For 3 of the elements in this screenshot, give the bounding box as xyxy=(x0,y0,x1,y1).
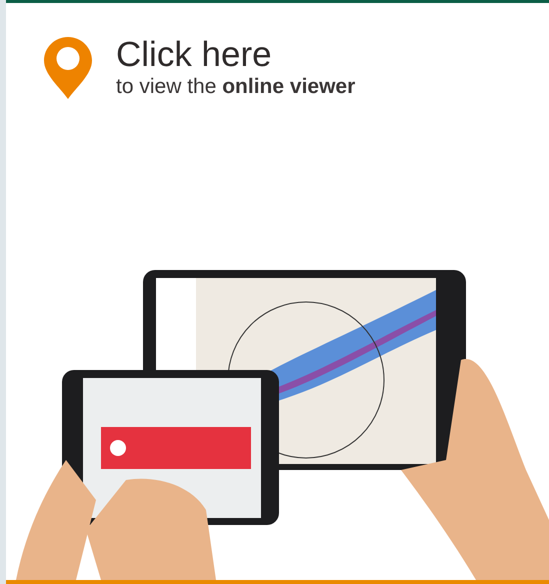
link-subtitle: to view the online viewer xyxy=(116,74,356,100)
click-here-link[interactable]: Click here xyxy=(116,36,356,74)
map-pin-icon[interactable] xyxy=(44,37,92,99)
